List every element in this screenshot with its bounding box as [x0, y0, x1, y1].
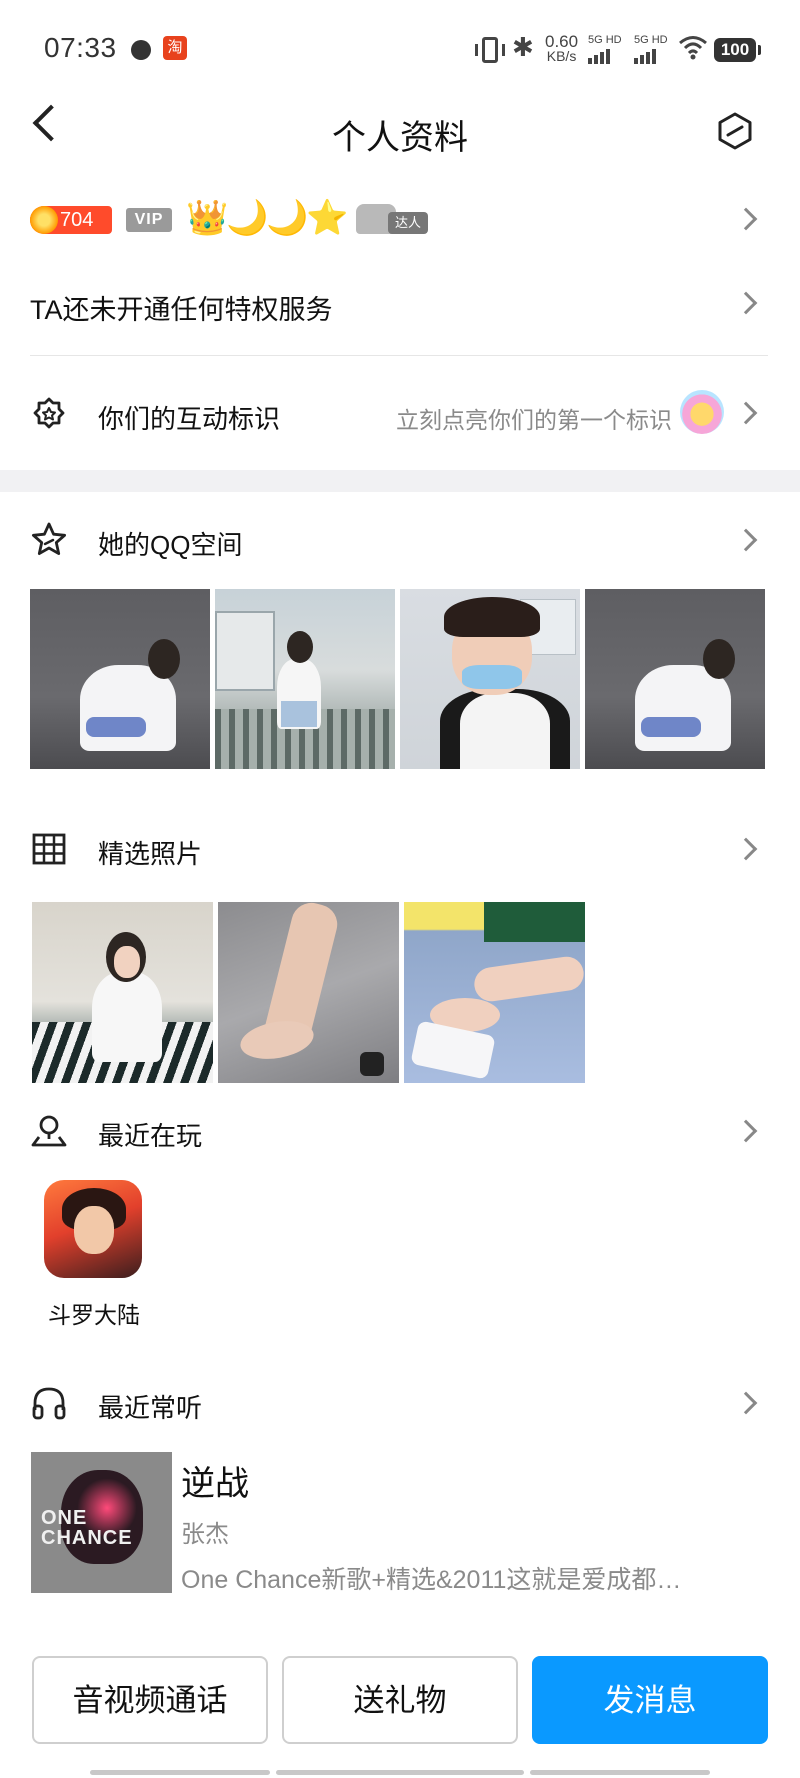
crown-icon: 👑 [186, 199, 229, 237]
featured-photo[interactable] [404, 902, 585, 1083]
album-cover[interactable]: ONE CHANCE [31, 1452, 172, 1593]
qzone-photo[interactable] [585, 589, 765, 769]
game-icon-face [74, 1206, 114, 1254]
qzone-photo[interactable] [400, 589, 580, 769]
signal-sim1-icon: 5G HD [588, 34, 622, 64]
featured-photo[interactable] [218, 902, 399, 1083]
signal-sim2-icon: 5G HD [634, 34, 668, 64]
settings-icon[interactable] [716, 112, 754, 150]
network-speed-unit: KB/s [546, 48, 577, 64]
av-call-button[interactable]: 音视频通话 [32, 1656, 268, 1744]
photo-shorts [281, 701, 317, 727]
flower-icon [680, 390, 724, 434]
photo-face [114, 946, 140, 978]
grid-icon [30, 830, 68, 868]
photo-object [360, 1052, 384, 1076]
album-cover-text: ONE CHANCE [41, 1508, 133, 1548]
photo-figure [92, 972, 162, 1062]
bluetooth-icon: ✱ [512, 32, 534, 62]
privilege-text[interactable]: TA还未开通任何特权服务 [30, 288, 333, 327]
section-separator [0, 470, 800, 492]
level-badge: 704 [30, 206, 112, 234]
sim2-label: 5G HD [634, 34, 668, 46]
photo-flowers [86, 717, 146, 737]
send-gift-button[interactable]: 送礼物 [282, 1656, 518, 1744]
album-cover-text-line2: CHANCE [41, 1527, 133, 1549]
moon-icon: 🌙 [266, 199, 309, 237]
expert-tag: 达人 [388, 212, 428, 234]
photo-flowers [641, 717, 701, 737]
photo-window [215, 611, 275, 691]
home-indicator [276, 1770, 524, 1775]
interaction-mark-title: 你们的互动标识 [98, 404, 281, 434]
home-indicator [530, 1770, 710, 1775]
map-pin-icon [30, 1112, 68, 1150]
home-indicator [90, 1770, 270, 1775]
star-outline-icon [30, 521, 68, 559]
expert-badge: 达人 [356, 202, 428, 236]
game-name[interactable]: 斗罗大陆 [30, 1296, 158, 1330]
recent-music-title: 最近常听 [98, 1393, 203, 1423]
battery-icon: 100 [714, 38, 761, 62]
photo-figure-head [703, 639, 735, 679]
photo-mask [462, 665, 522, 689]
wifi-icon [678, 34, 708, 67]
status-time: 07:33 [44, 32, 117, 63]
game-icon[interactable] [44, 1180, 142, 1278]
song-album: One Chance新歌+精选&2011这就是爱成都… [181, 1566, 682, 1594]
recent-games-title: 最近在玩 [98, 1121, 203, 1151]
network-speed: 0.60 KB/s [545, 32, 579, 64]
sim1-label: 5G HD [588, 34, 622, 46]
chevron-right-icon [734, 291, 758, 315]
badge-gear-icon [30, 394, 68, 432]
globe-icon [131, 40, 151, 60]
featured-photos-title: 精选照片 [98, 839, 203, 869]
divider [30, 355, 768, 356]
vibrate-icon [475, 37, 505, 63]
qzone-title: 她的QQ空间 [98, 530, 243, 560]
qzone-photo[interactable] [215, 589, 395, 769]
photo-figure-head [287, 631, 313, 663]
headphones-icon [30, 1384, 68, 1422]
photo-green-cloth [484, 902, 585, 942]
photo-figure-head [148, 639, 180, 679]
album-cover-text-line1: ONE [41, 1507, 88, 1529]
song-title[interactable]: 逆战 [181, 1456, 249, 1505]
vip-badge: VIP [126, 208, 172, 232]
featured-photo[interactable] [32, 902, 213, 1083]
photo-hair [444, 597, 540, 637]
qzone-photo[interactable] [30, 589, 210, 769]
send-message-button[interactable]: 发消息 [532, 1656, 768, 1744]
song-artist: 张杰 [181, 1521, 229, 1548]
taobao-notification-icon: 淘 [163, 36, 187, 60]
moon-icon: 🌙 [226, 199, 269, 237]
page-title: 个人资料 [332, 119, 468, 157]
star-icon: ⭐ [306, 199, 349, 237]
network-speed-value: 0.60 [545, 32, 579, 51]
status-bar: 07:33 淘 ✱ 0.60 KB/s 5G HD 5G HD 100 [0, 0, 800, 100]
photo-leg [472, 954, 585, 1004]
interaction-mark-hint: 立刻点亮你们的第一个标识 [396, 407, 672, 433]
photo-sweater [460, 693, 550, 769]
